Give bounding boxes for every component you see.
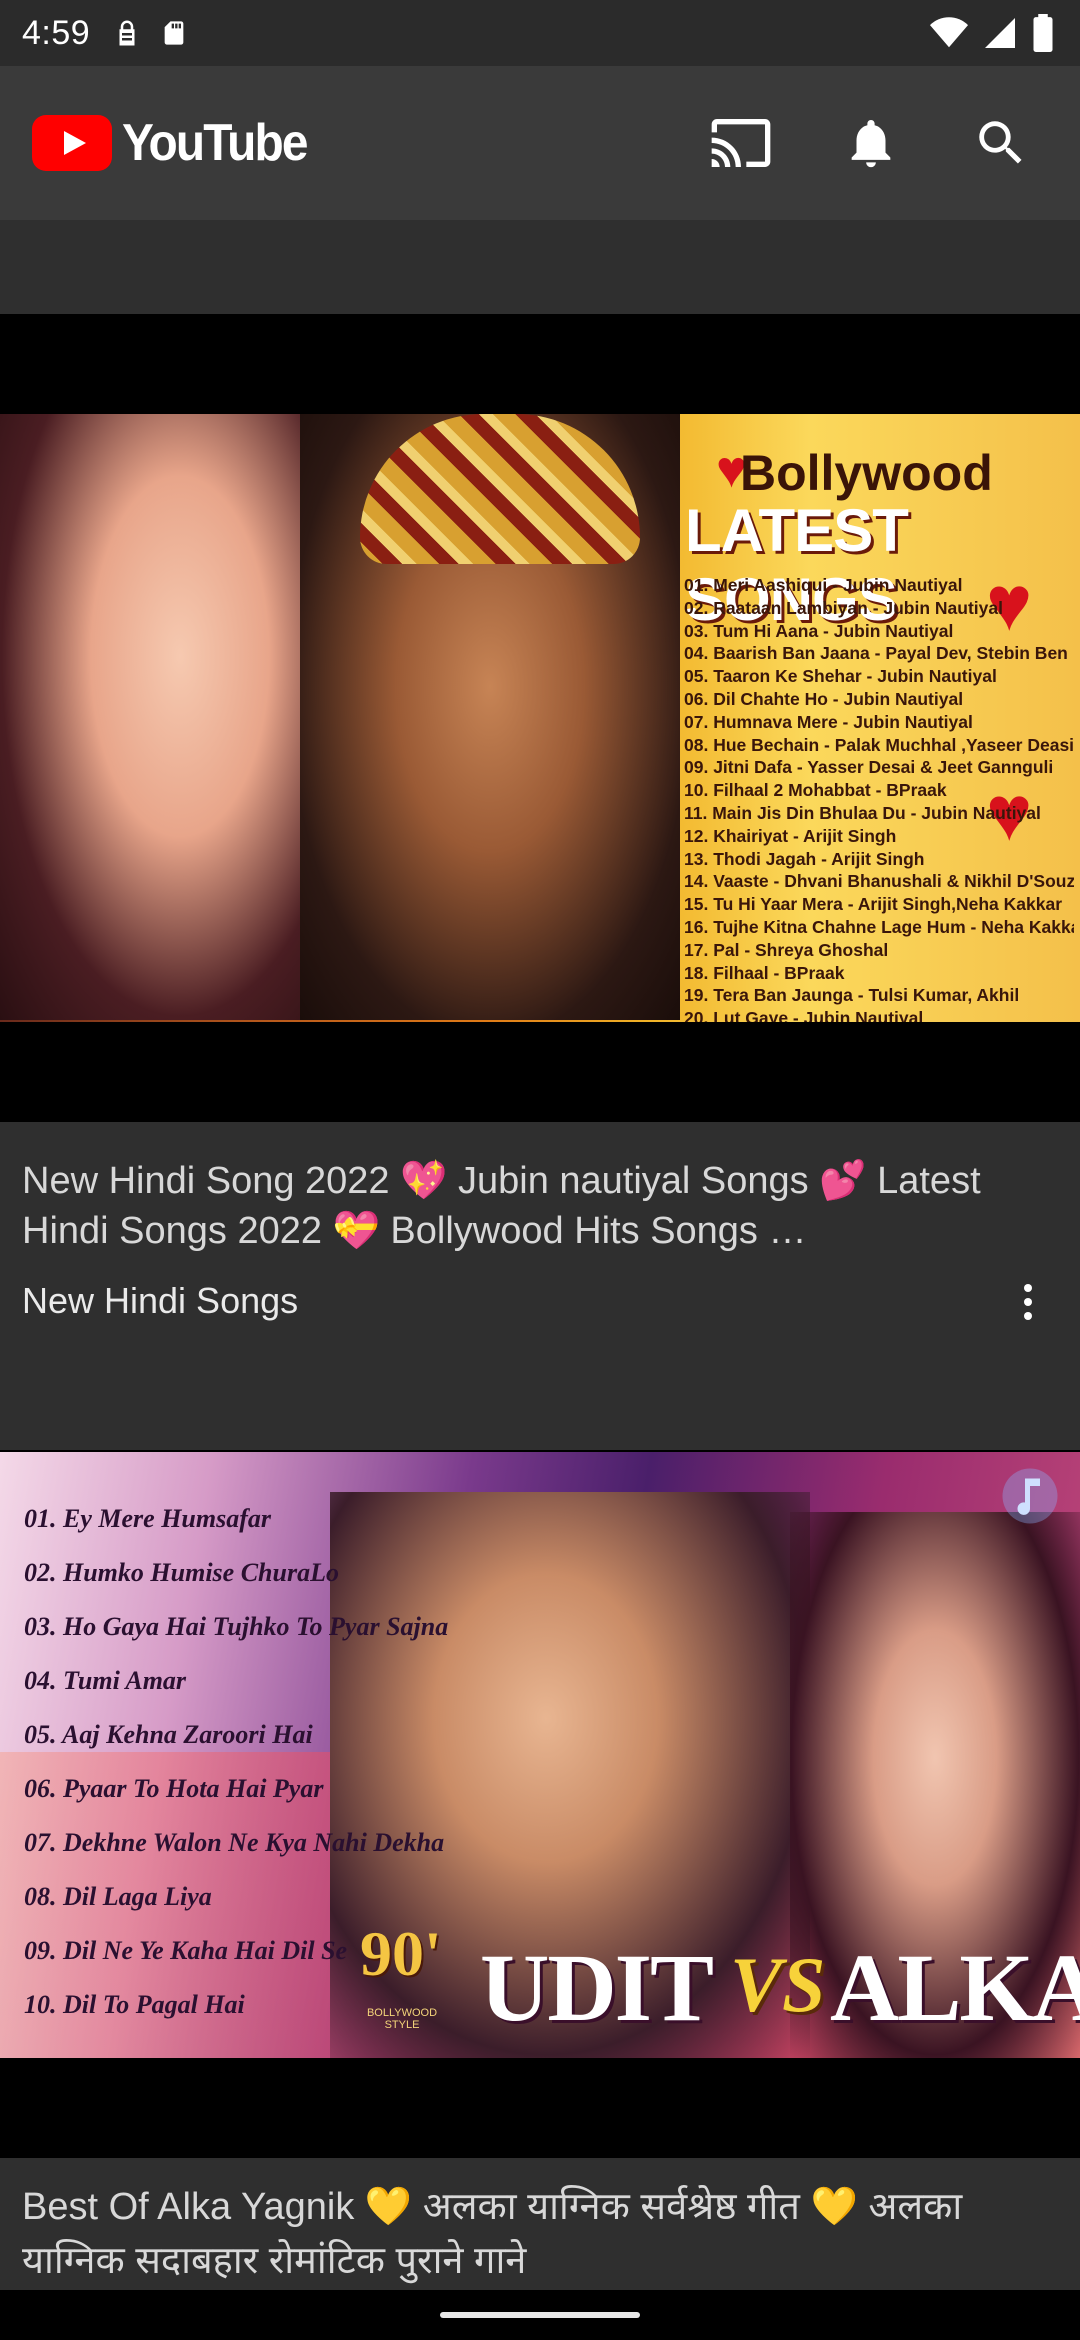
track-item: 20. Lut Gaye - Jubin Nautiyal [684, 1008, 924, 1022]
track-item: 06. Pyaar To Hota Hai Pyar [24, 1774, 324, 1803]
sd-card-icon [164, 21, 184, 45]
video-meta: Best Of Alka Yagnik 💛 अलका याग्निक सर्वश… [0, 2158, 1080, 2290]
track-item: 01. Meri Aashiqui - Jubin Nautiyal [684, 575, 963, 595]
vpn-key-icon [119, 20, 135, 46]
video-card[interactable]: ♥ ♥ ♥ Bollywood LATEST SONGS 01. Meri Aa… [0, 314, 1080, 1348]
video-thumbnail[interactable]: ♥ ♥ ♥ Bollywood LATEST SONGS 01. Meri Aa… [0, 314, 1080, 1122]
track-item: 12. Khairiyat - Arijit Singh [684, 825, 897, 846]
video-card[interactable]: 01. Ey Mere Humsafar 02. Humko Humise Ch… [0, 1450, 1080, 2290]
track-item: 02. Raataan Lambiyan - Jubin Nautiyal [684, 597, 1003, 618]
thumbnail-vs: VS [730, 1941, 826, 2028]
track-item: 13. Thodi Jagah - Arijit Singh [684, 848, 925, 869]
logo-text: YouTube [122, 114, 308, 172]
track-item: 09. Jitni Dafa - Yasser Desai & Jeet Gan… [684, 757, 1054, 778]
more-options-button[interactable] [998, 1272, 1058, 1332]
system-nav-bar [0, 2290, 1080, 2340]
thumbnail-name: ALKA [830, 1934, 1080, 2041]
track-item: 06. Dil Chahte Ho - Jubin Nautiyal [684, 688, 964, 709]
track-item: 07. Dekhne Walon Ne Kya Nahi Dekha [24, 1828, 445, 1857]
video-meta: New Hindi Song 2022 💖 Jubin nautiyal Son… [0, 1122, 1080, 1348]
thumbnail-badge-subtitle: BOLLYWOOD STYLE [366, 2007, 438, 2031]
thumbnail-image: 01. Ey Mere Humsafar 02. Humko Humise Ch… [0, 1452, 1080, 2058]
music-note-icon [1002, 1468, 1058, 1524]
status-bar: 4:59 [0, 0, 1080, 66]
wifi-icon [930, 17, 968, 48]
notifications-button[interactable] [806, 66, 936, 220]
track-item: 03. Tum Hi Aana - Jubin Nautiyal [684, 620, 954, 641]
track-item: 17. Pal - Shreya Ghoshal [684, 939, 889, 960]
status-right-icons [930, 14, 1054, 52]
status-time: 4:59 [22, 13, 91, 52]
video-title[interactable]: New Hindi Song 2022 💖 Jubin nautiyal Son… [22, 1156, 1012, 1256]
bell-icon [851, 120, 891, 168]
track-item: 15. Tu Hi Yaar Mera - Arijit Singh,Neha … [684, 894, 1063, 915]
battery-icon [1033, 14, 1053, 52]
track-item: 16. Tujhe Kitna Chahne Lage Hum - Neha K… [684, 916, 1074, 937]
track-item: 07. Humnava Mere - Jubin Nautiyal [684, 711, 973, 732]
cast-button[interactable] [676, 66, 806, 220]
channel-name[interactable]: New Hindi Songs [22, 1280, 298, 1322]
track-item: 03. Ho Gaya Hai Tujhko To Pyar Sajna [24, 1612, 449, 1641]
track-item: 05. Taaron Ke Shehar - Jubin Nautiyal [684, 666, 997, 687]
thumbnail-image: ♥ ♥ ♥ Bollywood LATEST SONGS 01. Meri Aa… [0, 414, 1080, 1022]
track-item: 04. Tumi Amar [24, 1666, 187, 1695]
more-vert-icon [1024, 1284, 1032, 1320]
track-item: 01. Ey Mere Humsafar [24, 1504, 271, 1533]
youtube-logo[interactable]: YouTube [32, 113, 323, 173]
cell-signal-icon [985, 18, 1015, 48]
video-title[interactable]: Best Of Alka Yagnik 💛 अलका याग्निक सर्वश… [22, 2180, 1012, 2288]
track-item: 14. Vaaste - Dhvani Bhanushali & Nikhil … [684, 871, 1074, 892]
youtube-play-icon [32, 115, 112, 171]
search-button[interactable] [936, 66, 1066, 220]
thumbnail-heading: Bollywood [740, 445, 993, 501]
thumbnail-tracklist: 01. Meri Aashiqui - Jubin Nautiyal 02. R… [684, 574, 1074, 1022]
app-bar-actions [676, 66, 1066, 220]
track-item: 05. Aaj Kehna Zaroori Hai [24, 1720, 313, 1749]
app-bar: YouTube [0, 66, 1080, 220]
video-thumbnail[interactable]: 01. Ey Mere Humsafar 02. Humko Humise Ch… [0, 1450, 1080, 2158]
track-item: 08. Hue Bechain - Palak Muchhal ,Yaseer … [684, 734, 1074, 755]
cast-icon [711, 119, 771, 167]
gesture-handle[interactable] [440, 2312, 640, 2318]
track-item: 02. Humko Humise ChuraLo [24, 1558, 339, 1587]
thumbnail-name: UDIT [480, 1934, 714, 2041]
track-item: 08. Dil Laga Liya [24, 1882, 212, 1911]
status-left-icons [112, 18, 188, 48]
track-item: 18. Filhaal - BPraak [684, 962, 845, 983]
track-item: 10. Filhaal 2 Mohabbat - BPraak [684, 780, 947, 801]
thumbnail-badge: 90' [360, 1918, 442, 1989]
track-item: 19. Tera Ban Jaunga - Tulsi Kumar, Akhil [684, 985, 1020, 1006]
track-item: 04. Baarish Ban Jaana - Payal Dev, Stebi… [684, 643, 1068, 664]
search-icon [979, 121, 1022, 164]
track-item: 11. Main Jis Din Bhulaa Du - Jubin Nauti… [684, 802, 1041, 823]
